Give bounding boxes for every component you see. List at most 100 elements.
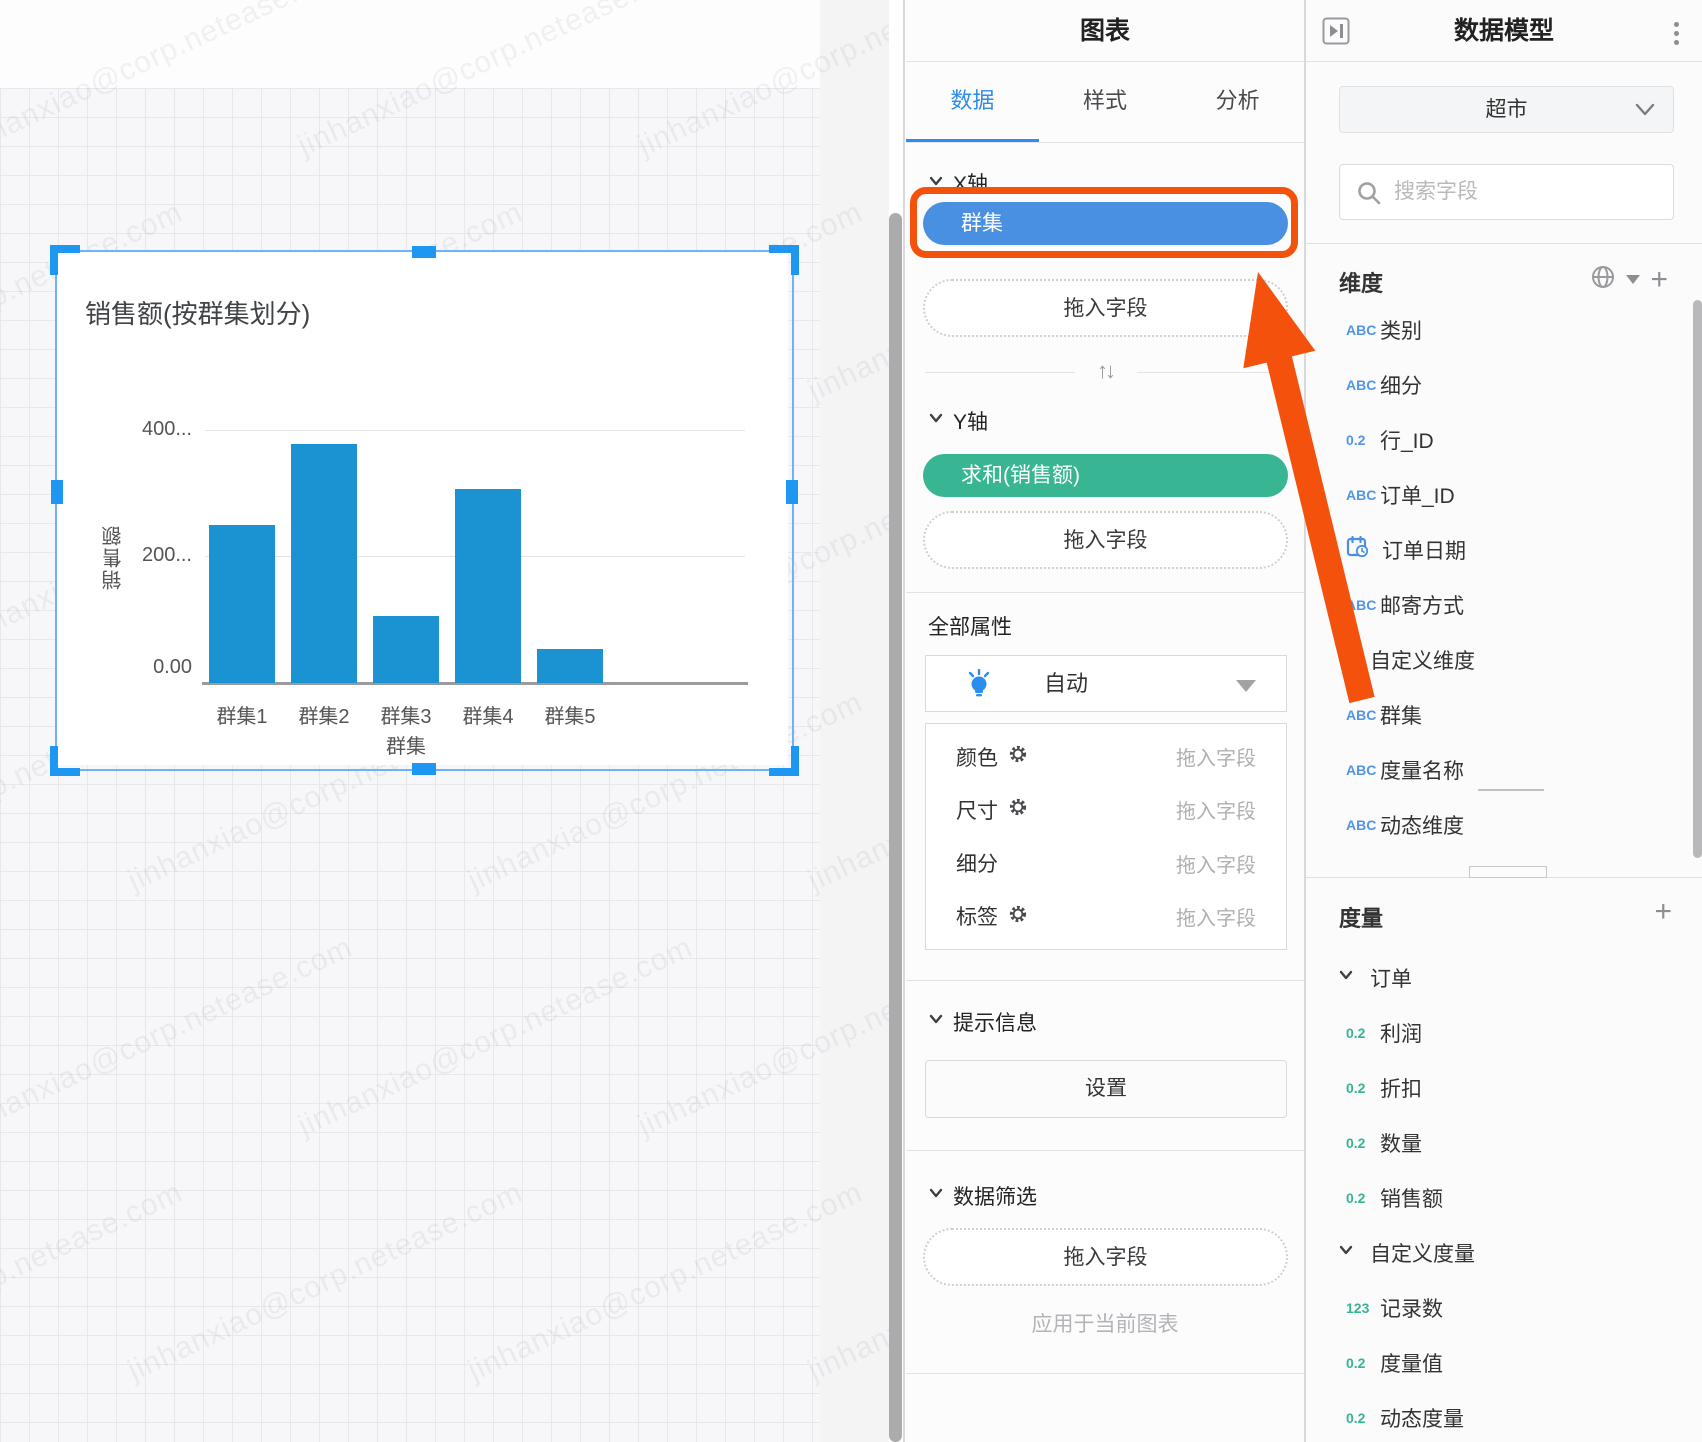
swap-axes-icon[interactable]: ↑↓ [1097,358,1113,384]
chevron-down-icon[interactable] [928,1011,944,1027]
field-label: 订单_ID [1380,480,1455,510]
gear-icon[interactable] [1008,904,1028,929]
field-label: 细分 [1380,370,1422,400]
attribute-label: 细分 [956,848,998,878]
dimensions-list: ABC 类别 ABC 细分 [1306,302,1702,852]
filter-scope-hint: 应用于当前图表 [906,1308,1304,1338]
chevron-down-icon [1338,967,1354,988]
measure-field-item[interactable]: 自定义度量 [1306,1225,1702,1280]
x-tick: 群集5 [525,700,615,729]
tab-style[interactable]: 样式 [1039,62,1172,142]
splitter-drag-handle[interactable] [1469,866,1547,878]
measure-field-item[interactable]: 0.2 销售额 [1306,1170,1702,1225]
field-type-icon: ABC [1346,322,1380,338]
field-label: 数量 [1380,1128,1422,1158]
measure-field-item[interactable]: 0.2 数量 [1306,1115,1702,1170]
attribute-row[interactable]: 细分 拖入字段 [926,837,1286,889]
dimension-field-item[interactable]: 自定义维度 [1306,632,1702,687]
x-tick: 群集4 [443,700,533,729]
tooltip-section-label: 提示信息 [953,1007,1037,1037]
app-window: jinhanxiao@corp.netease.comjinhanxiao@co… [0,0,1702,1442]
field-label: 利润 [1380,1018,1422,1048]
chevron-down-icon[interactable] [928,1185,944,1201]
field-label: 度量名称 [1380,755,1464,785]
dataset-select[interactable]: 超市 [1339,86,1674,133]
chevron-down-icon[interactable] [928,410,944,426]
bar-群集1[interactable] [209,525,275,683]
data-model-panel: 数据模型 超市 维度 + [1304,0,1702,1442]
measure-field-item[interactable]: 0.2 利润 [1306,1005,1702,1060]
field-type-icon: 123 [1346,1300,1380,1316]
attribute-row[interactable]: 尺寸 拖入字段 [926,784,1286,836]
gear-icon[interactable] [1008,797,1028,822]
chevron-down-icon[interactable] [928,173,944,189]
x-axis-field-pill[interactable]: 群集 [923,202,1288,245]
bar-群集2[interactable] [291,444,357,683]
tab-analysis[interactable]: 分析 [1171,62,1304,142]
add-measure-icon[interactable]: + [1654,901,1672,923]
attribute-drop-zone: 拖入字段 [1176,795,1256,824]
search-icon [1356,180,1382,206]
field-type-icon: ABC [1346,707,1380,723]
x-tick: 群集2 [279,700,369,729]
dimension-field-item[interactable]: ABC 类别 [1306,302,1702,357]
gear-icon[interactable] [1008,744,1028,769]
dimension-field-item[interactable]: ABC 动态维度 [1306,797,1702,852]
y-axis-shelf-label: Y轴 [953,406,988,436]
chart-widget[interactable]: 销售额(按群集划分) 销售额 400... 200... 0.00 群集1群集2… [57,252,788,765]
dashboard-canvas[interactable]: jinhanxiao@corp.netease.comjinhanxiao@co… [0,0,889,1442]
chevron-down-icon [1338,1242,1354,1263]
y-tick: 0.00 [102,656,192,679]
canvas-vertical-scrollbar[interactable] [889,213,902,1442]
kebab-menu-icon[interactable] [1666,18,1686,46]
render-mode-select[interactable]: 自动 [925,655,1287,712]
field-label: 订单日期 [1382,535,1466,565]
attribute-label: 标签 [956,901,998,931]
tooltip-settings-button[interactable]: 设置 [925,1060,1287,1118]
globe-icon[interactable] [1590,264,1616,295]
field-type-icon: 0.2 [1346,1410,1380,1426]
attribute-row[interactable]: 颜色 拖入字段 [926,731,1286,783]
x-tick: 群集3 [361,700,451,729]
y-axis-drop-zone[interactable]: 拖入字段 [923,511,1288,569]
attribute-row[interactable]: 标签 拖入字段 [926,890,1286,942]
attribute-drop-zone: 拖入字段 [1176,742,1256,771]
collapse-panel-icon[interactable] [1322,17,1350,45]
dimension-field-item[interactable]: ABC 邮寄方式 [1306,577,1702,632]
bar-群集4[interactable] [455,489,521,683]
bar-群集3[interactable] [373,616,439,683]
measure-field-item[interactable]: 0.2 动态度量 [1306,1390,1702,1442]
field-type-icon: ABC [1346,487,1380,503]
gridline-400 [205,430,745,431]
measure-field-item[interactable]: 123 记录数 [1306,1280,1702,1335]
y-axis-field-pill[interactable]: 求和(销售额) [923,454,1288,497]
field-type-icon: 0.2 [1346,1135,1380,1151]
dimensions-title: 维度 [1339,266,1383,298]
measure-field-item[interactable]: 订单 [1306,950,1702,1005]
attribute-label: 颜色 [956,742,998,772]
bar-群集5[interactable] [537,649,603,683]
chevron-down-icon [1338,649,1354,670]
measure-field-item[interactable]: 0.2 折扣 [1306,1060,1702,1115]
dimension-field-item[interactable]: ABC 订单_ID [1306,467,1702,522]
dataset-value: 超市 [1486,98,1528,121]
field-label: 动态度量 [1380,1403,1464,1433]
attribute-label: 尺寸 [956,795,998,825]
search-input[interactable] [1392,169,1656,215]
tab-data[interactable]: 数据 [906,62,1039,142]
field-type-icon: 0.2 [1346,1025,1380,1041]
bulb-icon [964,669,994,704]
globe-dropdown-arrow-icon[interactable] [1626,275,1640,284]
filter-section-label: 数据筛选 [953,1181,1037,1211]
dimension-field-item[interactable]: ABC 细分 [1306,357,1702,412]
dimension-field-item[interactable]: ABC 群集 [1306,687,1702,742]
add-dimension-icon[interactable]: + [1650,269,1668,291]
model-panel-scrollbar[interactable] [1693,300,1702,858]
dimension-field-item[interactable]: 0.2 行_ID [1306,412,1702,467]
dimension-field-item[interactable]: 订单日期 [1306,522,1702,577]
filter-drop-zone[interactable]: 拖入字段 [923,1228,1288,1286]
field-label: 销售额 [1380,1183,1443,1213]
field-label: 行_ID [1380,425,1434,455]
x-axis-drop-zone[interactable]: 拖入字段 [923,279,1288,337]
measure-field-item[interactable]: 0.2 度量值 [1306,1335,1702,1390]
